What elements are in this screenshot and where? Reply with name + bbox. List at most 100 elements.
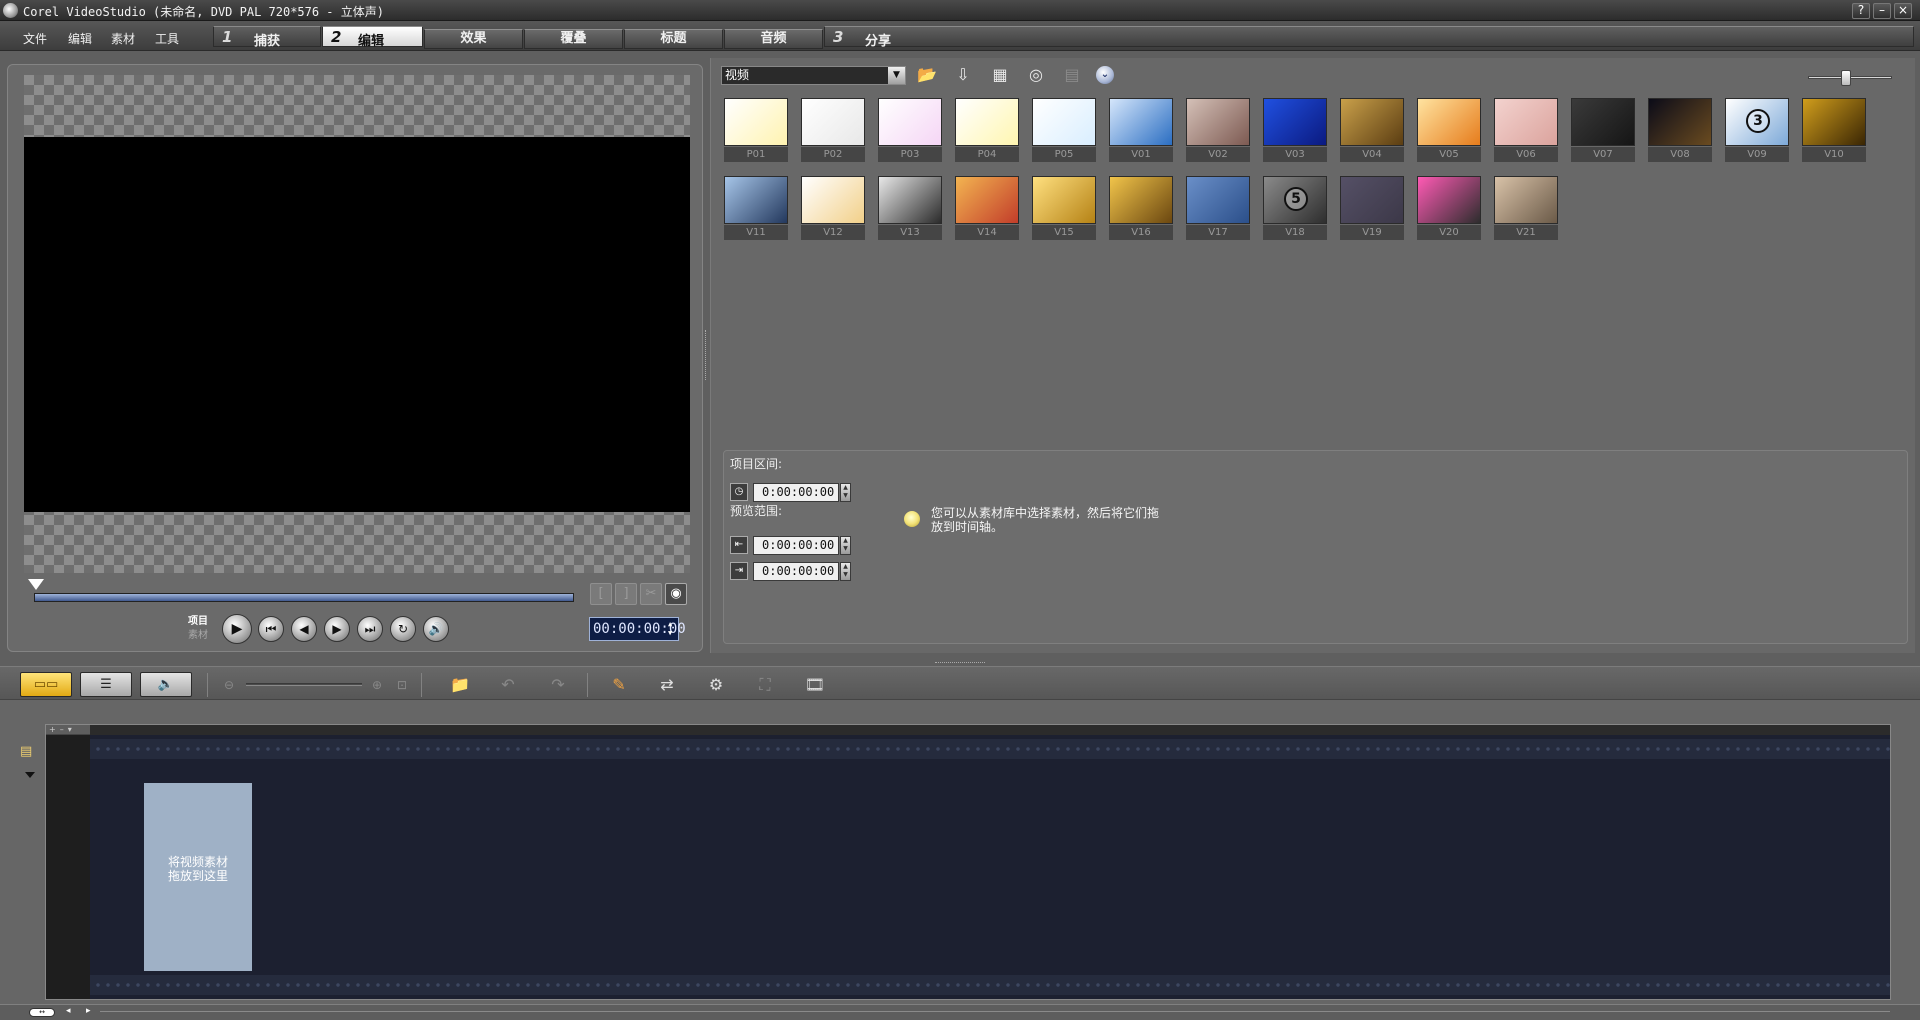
library-thumbnail[interactable]: V14	[955, 176, 1019, 242]
library-thumbnail[interactable]: V16	[1109, 176, 1173, 242]
thumbnail-image[interactable]: 5	[1263, 176, 1327, 224]
library-thumbnail[interactable]: V19	[1340, 176, 1404, 242]
library-thumbnail[interactable]: 5 V18	[1263, 176, 1327, 242]
batch-convert-icon[interactable]: ⇄	[654, 673, 680, 697]
thumbnail-image[interactable]	[1417, 98, 1481, 146]
scrubber-handle[interactable]	[28, 579, 44, 590]
library-thumbnail[interactable]: V03	[1263, 98, 1327, 164]
timeline-view-button[interactable]: ☰	[80, 672, 132, 697]
thumbnail-image[interactable]	[1186, 98, 1250, 146]
thumbnail-size-slider[interactable]	[1808, 70, 1892, 86]
previous-frame-button[interactable]: ◀	[291, 616, 317, 642]
dropdown-arrow-icon[interactable]: ▼	[888, 67, 905, 84]
thumbnail-image[interactable]	[955, 98, 1019, 146]
range-start-field[interactable]: 0:00:00:00	[753, 536, 839, 555]
thumbnail-image[interactable]	[878, 176, 942, 224]
audio-view-button[interactable]: 🔈	[140, 672, 192, 697]
tab-share[interactable]: 3 分享	[824, 26, 1914, 49]
thumbnail-image[interactable]	[1340, 176, 1404, 224]
library-category-value[interactable]: 视频	[725, 68, 749, 82]
track-manager-icon[interactable]: ⚙	[703, 673, 729, 697]
mode-project-label[interactable]: 项目	[188, 615, 208, 629]
insert-media-icon[interactable]: 📁	[447, 673, 473, 697]
library-thumbnail[interactable]: P03	[878, 98, 942, 164]
repeat-button[interactable]: ↻	[390, 616, 416, 642]
split-clip-button[interactable]: ✂	[640, 583, 662, 605]
scroll-track[interactable]	[100, 1011, 1890, 1012]
track-options-icon[interactable]: ▤	[20, 744, 42, 760]
duration-spinner[interactable]: ▲ ▼	[840, 483, 851, 502]
library-thumbnail[interactable]: P01	[724, 98, 788, 164]
menu-tools[interactable]: 工具	[155, 30, 179, 47]
help-button[interactable]: ?	[1852, 3, 1870, 19]
library-category-dropdown[interactable]: 视频 ▼	[721, 66, 906, 85]
scroll-left-icon[interactable]: ◂	[66, 1006, 71, 1016]
mix-audio-icon[interactable]: 🎞	[802, 673, 828, 697]
capture-icon[interactable]: ◎	[1024, 64, 1048, 86]
next-frame-button[interactable]: ▶	[324, 616, 350, 642]
timecode-display[interactable]: 00:00:00:00 ▲ ▼	[589, 617, 686, 641]
track-expand-arrow-icon[interactable]	[25, 772, 35, 778]
thumbnail-image[interactable]	[1263, 98, 1327, 146]
thumbnail-image[interactable]	[724, 98, 788, 146]
thumbnail-image[interactable]	[1109, 176, 1173, 224]
range-end-field[interactable]: 0:00:00:00	[753, 562, 839, 581]
thumbnail-image[interactable]	[801, 98, 865, 146]
timeline-zoom-slider[interactable]	[246, 683, 362, 686]
timeline-zoom-pill[interactable]: ↔	[29, 1008, 55, 1017]
library-thumbnail[interactable]: V13	[878, 176, 942, 242]
slider-thumb[interactable]	[1841, 70, 1851, 86]
library-thumbnail[interactable]: V20	[1417, 176, 1481, 242]
scrub-bar[interactable]	[34, 593, 574, 602]
close-button[interactable]: ×	[1894, 3, 1912, 19]
thumbnail-image[interactable]	[1417, 176, 1481, 224]
timecode-spinner[interactable]: ▲ ▼	[668, 620, 677, 638]
tab-title[interactable]: 标题	[624, 29, 723, 49]
horizontal-splitter[interactable]	[935, 662, 985, 665]
thumbnail-image[interactable]	[1032, 176, 1096, 224]
undo-icon[interactable]: ↶	[495, 673, 521, 697]
library-thumbnail[interactable]: 3 V09	[1725, 98, 1789, 164]
zoom-out-icon[interactable]: ⊖	[216, 673, 242, 697]
library-thumbnail[interactable]: V12	[801, 176, 865, 242]
mode-clip-label[interactable]: 素材	[188, 629, 208, 643]
library-thumbnail[interactable]: V06	[1494, 98, 1558, 164]
tab-overlay[interactable]: 覆叠	[524, 29, 623, 49]
zoom-in-icon[interactable]: ⊕	[364, 673, 390, 697]
thumbnail-image[interactable]	[878, 98, 942, 146]
library-thumbnail[interactable]: V05	[1417, 98, 1481, 164]
snapshot-button[interactable]: ◉	[665, 583, 687, 605]
expand-icon[interactable]: ⌄	[1096, 66, 1114, 84]
menu-file[interactable]: 文件	[23, 30, 47, 47]
library-thumbnail[interactable]: V08	[1648, 98, 1712, 164]
sort-icon[interactable]: ▦	[988, 64, 1012, 86]
library-thumbnail[interactable]: V15	[1032, 176, 1096, 242]
folder-open-icon[interactable]: 📂	[915, 64, 939, 86]
playback-mode-labels[interactable]: 项目 素材	[188, 615, 208, 643]
tab-effects[interactable]: 效果	[424, 29, 523, 49]
end-button[interactable]: ⏭	[357, 616, 383, 642]
project-duration-field[interactable]: 0:00:00:00	[753, 483, 839, 502]
range-end-spinner[interactable]: ▲ ▼	[840, 562, 851, 581]
menu-edit[interactable]: 编辑	[68, 30, 92, 47]
library-thumbnail[interactable]: V04	[1340, 98, 1404, 164]
chapter-point-icon[interactable]: ⛶	[752, 673, 778, 697]
redo-icon[interactable]: ↷	[545, 673, 571, 697]
video-drop-zone[interactable]: 将视频素材 拖放到这里	[144, 783, 252, 971]
thumbnail-image[interactable]: 3	[1725, 98, 1789, 146]
thumbnail-image[interactable]	[1494, 176, 1558, 224]
home-button[interactable]: ⏮	[258, 616, 284, 642]
library-thumbnail[interactable]: V10	[1802, 98, 1866, 164]
thumbnail-image[interactable]	[1571, 98, 1635, 146]
thumbnail-image[interactable]	[1648, 98, 1712, 146]
thumbnail-image[interactable]	[1032, 98, 1096, 146]
library-thumbnail[interactable]: V11	[724, 176, 788, 242]
library-thumbnail[interactable]: V01	[1109, 98, 1173, 164]
storyboard-view-button[interactable]: ▭▭	[20, 672, 72, 697]
thumbnail-image[interactable]	[1109, 98, 1173, 146]
fit-project-icon[interactable]: ⊡	[389, 673, 415, 697]
range-start-spinner[interactable]: ▲ ▼	[840, 536, 851, 555]
library-thumbnail[interactable]: V02	[1186, 98, 1250, 164]
minimize-button[interactable]: –	[1873, 3, 1891, 19]
tab-edit[interactable]: 2 编辑	[322, 26, 423, 49]
